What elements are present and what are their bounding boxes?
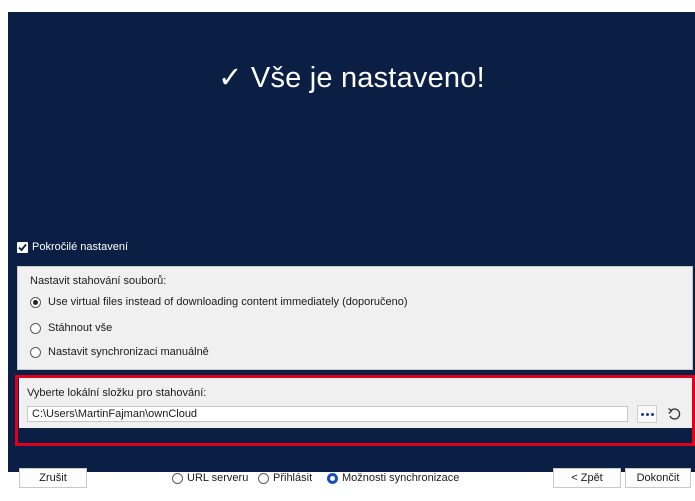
step-login-label: Přihlásit (273, 472, 313, 484)
step-sync-options-label: Možnosti synchronizace (342, 472, 460, 484)
highlight-frame (15, 375, 695, 446)
page-title: ✓ Vše je nastaveno! (218, 62, 485, 94)
top-strip (0, 0, 695, 12)
radio-icon[interactable] (172, 472, 183, 484)
option-download-all-label: Stáhnout vše (48, 322, 113, 334)
radio-icon[interactable] (258, 472, 269, 484)
download-options-title: Nastavit stahování souborů: (30, 275, 167, 287)
radio-selected-icon[interactable] (327, 472, 338, 484)
checkbox-checked-icon[interactable] (17, 241, 28, 253)
step-sync-options[interactable]: Možnosti synchronizace (327, 470, 459, 486)
option-download-all[interactable]: Stáhnout vše (30, 322, 112, 334)
step-server-url-label: URL serveru (187, 472, 249, 484)
setup-complete-banner: ✓ Vše je nastaveno! (8, 12, 695, 234)
step-login[interactable]: Přihlásit (258, 470, 312, 486)
radio-icon[interactable] (30, 322, 41, 334)
advanced-settings-toggle[interactable]: Pokročilé nastavení (17, 238, 128, 256)
step-server-url[interactable]: URL serveru (172, 470, 248, 486)
download-options-group: Nastavit stahování souborů: Use virtual … (17, 266, 693, 370)
radio-selected-icon[interactable] (30, 296, 41, 308)
option-virtual-files-label: Use virtual files instead of downloading… (48, 296, 408, 308)
finish-button[interactable]: Dokončit (625, 468, 691, 488)
option-virtual-files[interactable]: Use virtual files instead of downloading… (30, 296, 408, 308)
option-manual-sync[interactable]: Nastavit synchronizaci manuálně (30, 346, 209, 358)
option-manual-sync-label: Nastavit synchronizaci manuálně (48, 346, 209, 358)
cancel-button[interactable]: Zrušit (19, 468, 87, 488)
advanced-settings-label: Pokročilé nastavení (32, 241, 128, 253)
back-button[interactable]: < Zpět (553, 468, 621, 488)
window-left-edge (0, 12, 8, 472)
radio-icon[interactable] (30, 346, 41, 358)
